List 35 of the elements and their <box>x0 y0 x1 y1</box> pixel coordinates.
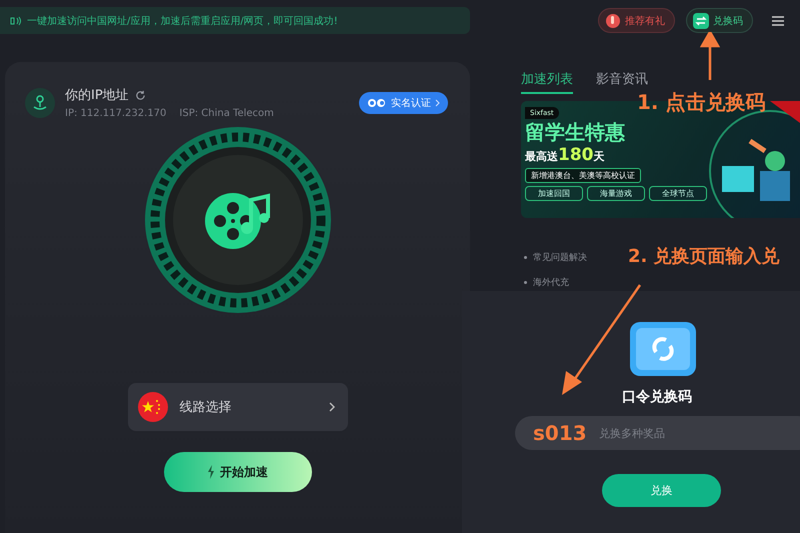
isp-text: ISP: China Telecom <box>179 108 274 119</box>
notice-text: 一键加速访问中国网址/应用，加速后需重启应用/网页，即可回国成功! <box>27 14 338 28</box>
annotation-text: s013 <box>533 421 587 445</box>
start-button[interactable]: 开始加速 <box>164 452 312 492</box>
help-link[interactable]: 海外代充 <box>533 276 569 289</box>
banner-chip: 全球节点 <box>649 186 707 201</box>
verify-button[interactable]: 实名认证 <box>359 92 448 114</box>
refresh-icon[interactable] <box>134 90 146 100</box>
help-link[interactable]: 常见问题解决 <box>533 251 587 264</box>
redeem-code-button[interactable]: 兑换码 <box>686 8 753 33</box>
speaker-icon <box>10 16 22 26</box>
bullet-icon <box>524 281 527 284</box>
swap-arrows-icon <box>693 12 709 28</box>
annotation-arrow <box>700 32 720 80</box>
chevron-right-icon <box>435 98 440 106</box>
china-flag-icon <box>138 392 168 422</box>
ip-address: IP: 112.117.232.170 <box>65 108 166 119</box>
location-pin-icon <box>25 88 55 118</box>
lightning-icon <box>207 465 215 479</box>
dialog-title: 口令兑换码 <box>622 388 693 406</box>
chevron-right-icon <box>328 402 336 412</box>
banner-chip: 加速回国 <box>525 186 583 201</box>
route-select[interactable]: 线路选择 <box>128 383 348 431</box>
referral-button[interactable]: 推荐有礼 <box>598 8 675 33</box>
banner-headline: 留学生特惠 <box>525 122 625 142</box>
banner-ribbon: 新增港澳台、美澳等高校认证 <box>525 168 641 183</box>
tab[interactable]: 加速列表 <box>521 70 573 94</box>
annotation-text: 2. 兑换页面输入兑 <box>628 245 780 268</box>
menu-icon[interactable] <box>772 16 784 26</box>
ticket-exchange-icon <box>630 322 696 376</box>
banner-chip: 海量游戏 <box>587 186 645 201</box>
banner-offer: 最高送180天 <box>525 145 604 165</box>
ip-title: 你的IP地址 <box>65 87 129 104</box>
film-reel-dial-drawing[interactable] <box>142 125 332 315</box>
bullet-icon <box>524 256 527 259</box>
